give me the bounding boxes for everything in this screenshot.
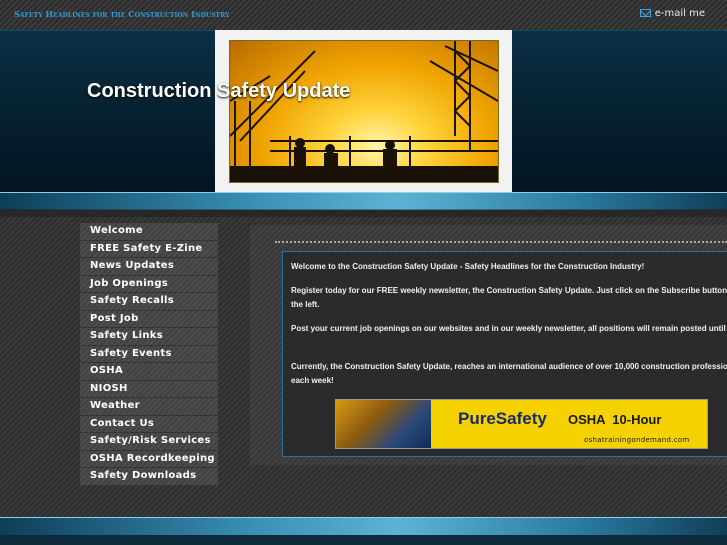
dotted-divider bbox=[275, 241, 727, 243]
welcome-heading: Welcome to the Construction Safety Updat… bbox=[291, 262, 645, 271]
nav-item-safety-events[interactable]: Safety Events bbox=[80, 345, 218, 362]
worker-photo bbox=[336, 400, 431, 448]
sidebar-nav: Welcome FREE Safety E-Zine News Updates … bbox=[80, 223, 218, 486]
shadow-band bbox=[0, 209, 727, 217]
nav-item-welcome[interactable]: Welcome bbox=[80, 223, 218, 240]
site-title: Construction Safety Update bbox=[87, 80, 351, 102]
puresafety-ad-banner[interactable]: PureSafety OSHA 10-Hour oshatrainingonde… bbox=[335, 399, 708, 449]
envelope-icon bbox=[639, 9, 651, 17]
nav-item-safety-downloads[interactable]: Safety Downloads bbox=[80, 468, 218, 485]
construction-silhouette-photo bbox=[229, 40, 499, 183]
banner-brand: PureSafety bbox=[458, 409, 547, 428]
email-me-link[interactable]: e-mail me bbox=[639, 6, 705, 20]
job-post-paragraph: Post your current job openings on our we… bbox=[291, 324, 727, 333]
nav-item-job-openings[interactable]: Job Openings bbox=[80, 275, 218, 292]
audience-paragraph: Currently, the Construction Safety Updat… bbox=[291, 362, 727, 385]
nav-item-safety-recalls[interactable]: Safety Recalls bbox=[80, 293, 218, 310]
nav-item-niosh[interactable]: NIOSH bbox=[80, 380, 218, 397]
nav-item-contact-us[interactable]: Contact Us bbox=[80, 415, 218, 432]
top-bar: Safety Headlines for the Construction In… bbox=[0, 0, 727, 30]
nav-item-post-job[interactable]: Post Job bbox=[80, 310, 218, 327]
nav-item-safety-risk-services[interactable]: Safety/Risk Services bbox=[80, 433, 218, 450]
footer-band bbox=[0, 535, 727, 545]
footer-stripe bbox=[0, 517, 727, 535]
nav-item-weather[interactable]: Weather bbox=[80, 398, 218, 415]
nav-item-news-updates[interactable]: News Updates bbox=[80, 258, 218, 275]
header-divider-stripe bbox=[0, 192, 727, 210]
site-tagline: Safety Headlines for the Construction In… bbox=[14, 9, 230, 19]
banner-course: OSHA 10-Hour bbox=[568, 412, 662, 427]
register-paragraph: Register today for our FREE weekly newsl… bbox=[291, 286, 727, 309]
nav-item-safety-links[interactable]: Safety Links bbox=[80, 328, 218, 345]
nav-item-free-safety-ezine[interactable]: FREE Safety E-Zine bbox=[80, 240, 218, 257]
nav-item-osha-recordkeeping[interactable]: OSHA Recordkeeping bbox=[80, 450, 218, 467]
email-me-label: e-mail me bbox=[654, 7, 705, 19]
nav-item-osha[interactable]: OSHA bbox=[80, 363, 218, 380]
banner-url: oshatrainingondemand.com bbox=[584, 436, 690, 444]
